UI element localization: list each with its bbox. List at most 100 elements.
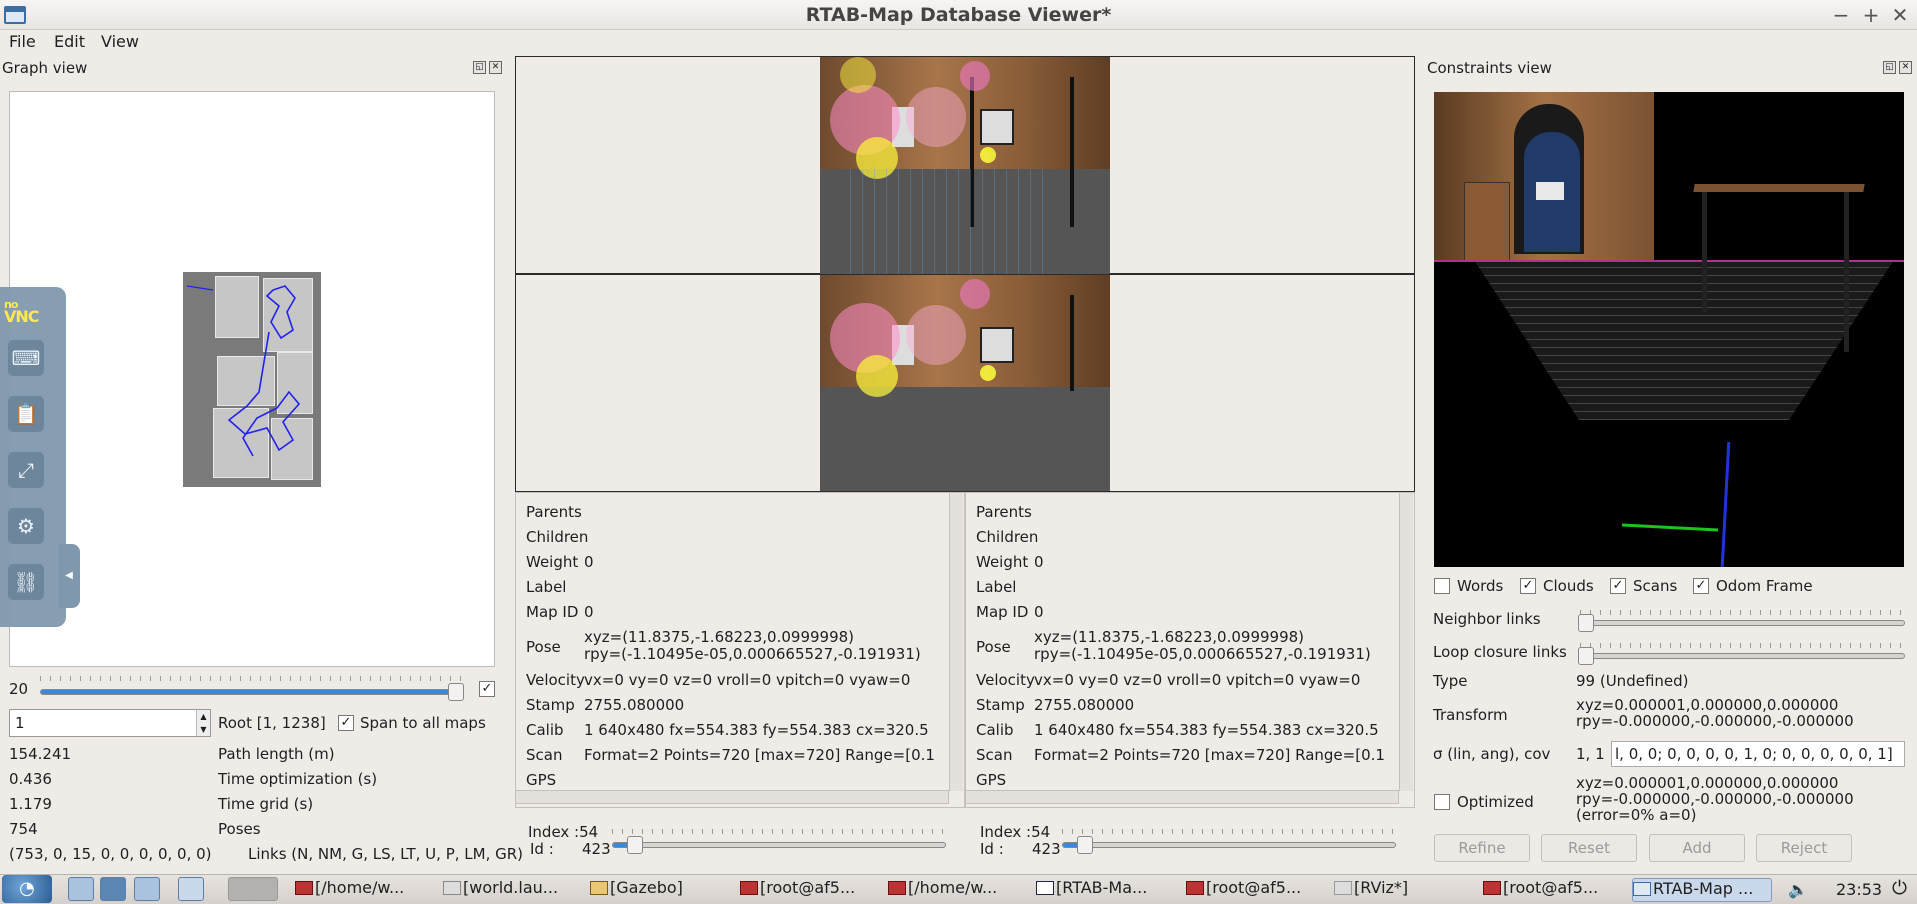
task-terminal-3[interactable]: [/home/w... bbox=[888, 878, 1020, 902]
task-terminal-2[interactable]: [root@af5... bbox=[740, 878, 874, 902]
row-key: Scan bbox=[976, 746, 1013, 764]
id-label: Id : bbox=[530, 840, 554, 858]
constraints-3d-view[interactable] bbox=[1434, 92, 1904, 567]
stat-label: Time optimization (s) bbox=[218, 770, 378, 788]
optimized-checkbox[interactable] bbox=[1434, 794, 1450, 810]
loop-closure-ticks bbox=[1580, 643, 1905, 648]
maximize-button[interactable]: + bbox=[1860, 3, 1882, 27]
stat-label: Poses bbox=[218, 820, 261, 838]
root-spinbox[interactable]: 1 ▲ ▼ bbox=[9, 709, 211, 737]
info-panel-left-vscroll[interactable] bbox=[949, 493, 963, 791]
file-manager-icon[interactable] bbox=[68, 877, 94, 901]
type-label: Type bbox=[1433, 672, 1468, 690]
dock-float-icon[interactable]: ◱ bbox=[1883, 61, 1896, 74]
id-label: Id : bbox=[980, 840, 1004, 858]
robot-path bbox=[186, 285, 301, 457]
row-key: Scan bbox=[526, 746, 563, 764]
power-icon[interactable]: ⏻ bbox=[1892, 877, 1907, 899]
menu-bar bbox=[0, 30, 1917, 54]
menu-edit[interactable]: Edit bbox=[54, 32, 85, 51]
task-terminal-4[interactable]: [root@af5... bbox=[1186, 878, 1322, 902]
row-key: GPS bbox=[976, 771, 1007, 789]
show-desktop-icon[interactable] bbox=[178, 877, 204, 901]
row-key: Calib bbox=[976, 721, 1014, 739]
workspace-icon[interactable] bbox=[228, 877, 278, 901]
row-key: Children bbox=[976, 528, 1039, 546]
refine-button[interactable]: Refine bbox=[1434, 834, 1530, 862]
constraints-view-title: Constraints view bbox=[1427, 59, 1552, 77]
neighbor-links-slider[interactable] bbox=[1580, 620, 1905, 626]
spin-arrows-icon[interactable]: ▲ ▼ bbox=[196, 710, 210, 736]
keyboard-icon[interactable]: ⌨ bbox=[8, 340, 44, 376]
graph-slider-fill bbox=[41, 690, 455, 694]
stat-value: (753, 0, 15, 0, 0, 0, 0, 0, 0) bbox=[9, 845, 212, 863]
row-key: Stamp bbox=[976, 696, 1025, 714]
graph-slider-ticks bbox=[40, 676, 464, 681]
reset-button[interactable]: Reset bbox=[1541, 834, 1637, 862]
loop-closure-slider-handle[interactable] bbox=[1578, 647, 1594, 665]
task-rviz[interactable]: [RViz*] bbox=[1334, 878, 1444, 902]
camera-image bbox=[820, 57, 1110, 491]
novnc-logo: no VNC bbox=[4, 298, 40, 326]
reject-button[interactable]: Reject bbox=[1756, 834, 1852, 862]
task-editor[interactable]: [world.lau... bbox=[443, 878, 577, 902]
gazebo-icon bbox=[590, 881, 608, 895]
clouds-checkbox[interactable]: ✓ bbox=[1520, 578, 1536, 594]
graph-slider-checkbox[interactable]: ✓ bbox=[479, 681, 495, 697]
odom-frame-checkbox[interactable]: ✓ bbox=[1693, 578, 1709, 594]
neighbor-links-slider-handle[interactable] bbox=[1578, 614, 1594, 632]
dock-close-icon[interactable]: ✕ bbox=[489, 61, 502, 74]
task-gazebo[interactable]: [Gazebo] bbox=[590, 878, 710, 902]
row-value: 0 bbox=[1034, 603, 1044, 621]
network-icon[interactable] bbox=[100, 877, 126, 901]
add-button[interactable]: Add bbox=[1649, 834, 1745, 862]
terminal-launcher-icon[interactable] bbox=[134, 877, 160, 901]
disconnect-icon[interactable]: ⛓ bbox=[8, 564, 44, 600]
clock: 23:53 bbox=[1836, 880, 1883, 899]
words-checkbox[interactable] bbox=[1434, 578, 1450, 594]
fullscreen-icon[interactable]: ⤢ bbox=[8, 452, 44, 488]
task-rtabmap[interactable]: [RTAB-Ma... bbox=[1036, 878, 1172, 902]
row-value: 0 bbox=[1034, 553, 1044, 571]
index-slider-handle[interactable] bbox=[1077, 836, 1094, 854]
graph-slider-handle[interactable] bbox=[447, 683, 464, 701]
index-slider-left[interactable] bbox=[612, 842, 946, 848]
menu-file[interactable]: File bbox=[9, 32, 36, 51]
covariance-input[interactable]: l, 0, 0; 0, 0, 0, 0, 1, 0; 0, 0, 0, 0, 0… bbox=[1611, 741, 1905, 767]
info-panel-left-hscroll[interactable] bbox=[515, 790, 949, 804]
span-all-maps-checkbox[interactable]: ✓ bbox=[338, 715, 354, 731]
dock-close-icon[interactable]: ✕ bbox=[1899, 61, 1912, 74]
row-key: Weight bbox=[976, 553, 1029, 571]
stat-label: Links (N, NM, G, LS, LT, U, P, LM, GR) bbox=[248, 845, 524, 863]
index-slider-handle[interactable] bbox=[627, 836, 644, 854]
task-rtabmap-viewer[interactable]: RTAB-Map ... bbox=[1632, 878, 1772, 902]
window-icon bbox=[1633, 882, 1651, 896]
start-menu-icon[interactable]: ◔ bbox=[2, 875, 52, 903]
minimize-button[interactable]: − bbox=[1830, 3, 1852, 27]
row-key: Parents bbox=[526, 503, 582, 521]
graph-slider[interactable] bbox=[40, 689, 464, 695]
info-panel-right-vscroll[interactable] bbox=[1399, 493, 1413, 791]
terminal-icon bbox=[888, 881, 906, 895]
volume-icon[interactable]: 🔈 bbox=[1788, 880, 1808, 899]
task-terminal-5[interactable]: [root@af5... bbox=[1483, 878, 1617, 902]
row-value: xyz=(11.8375,-1.68223,0.0999998) rpy=(-1.… bbox=[584, 628, 921, 663]
loop-closure-links-label: Loop closure links bbox=[1433, 643, 1567, 661]
task-terminal-1[interactable]: [/home/w... bbox=[295, 878, 427, 902]
sigma-label: σ (lin, ang), cov bbox=[1433, 745, 1551, 763]
clipboard-icon[interactable]: 📋 bbox=[8, 396, 44, 432]
scans-checkbox[interactable]: ✓ bbox=[1610, 578, 1626, 594]
transform-value: xyz=0.000001,0.000000,0.000000 rpy=-0.000… bbox=[1576, 696, 1854, 730]
menu-view[interactable]: View bbox=[101, 32, 139, 51]
dock-float-icon[interactable]: ◱ bbox=[473, 61, 486, 74]
index-slider-right[interactable] bbox=[1062, 842, 1396, 848]
scans-label: Scans bbox=[1633, 577, 1678, 595]
row-key: Map ID bbox=[976, 603, 1029, 621]
close-button[interactable]: ✕ bbox=[1889, 3, 1911, 27]
novnc-handle[interactable]: ◀ bbox=[58, 544, 80, 608]
optimized-label: Optimized bbox=[1457, 793, 1534, 811]
loop-closure-links-slider[interactable] bbox=[1580, 653, 1905, 659]
info-panel-right-hscroll[interactable] bbox=[965, 790, 1399, 804]
settings-icon[interactable]: ⚙ bbox=[8, 508, 44, 544]
row-key: Label bbox=[976, 578, 1017, 596]
